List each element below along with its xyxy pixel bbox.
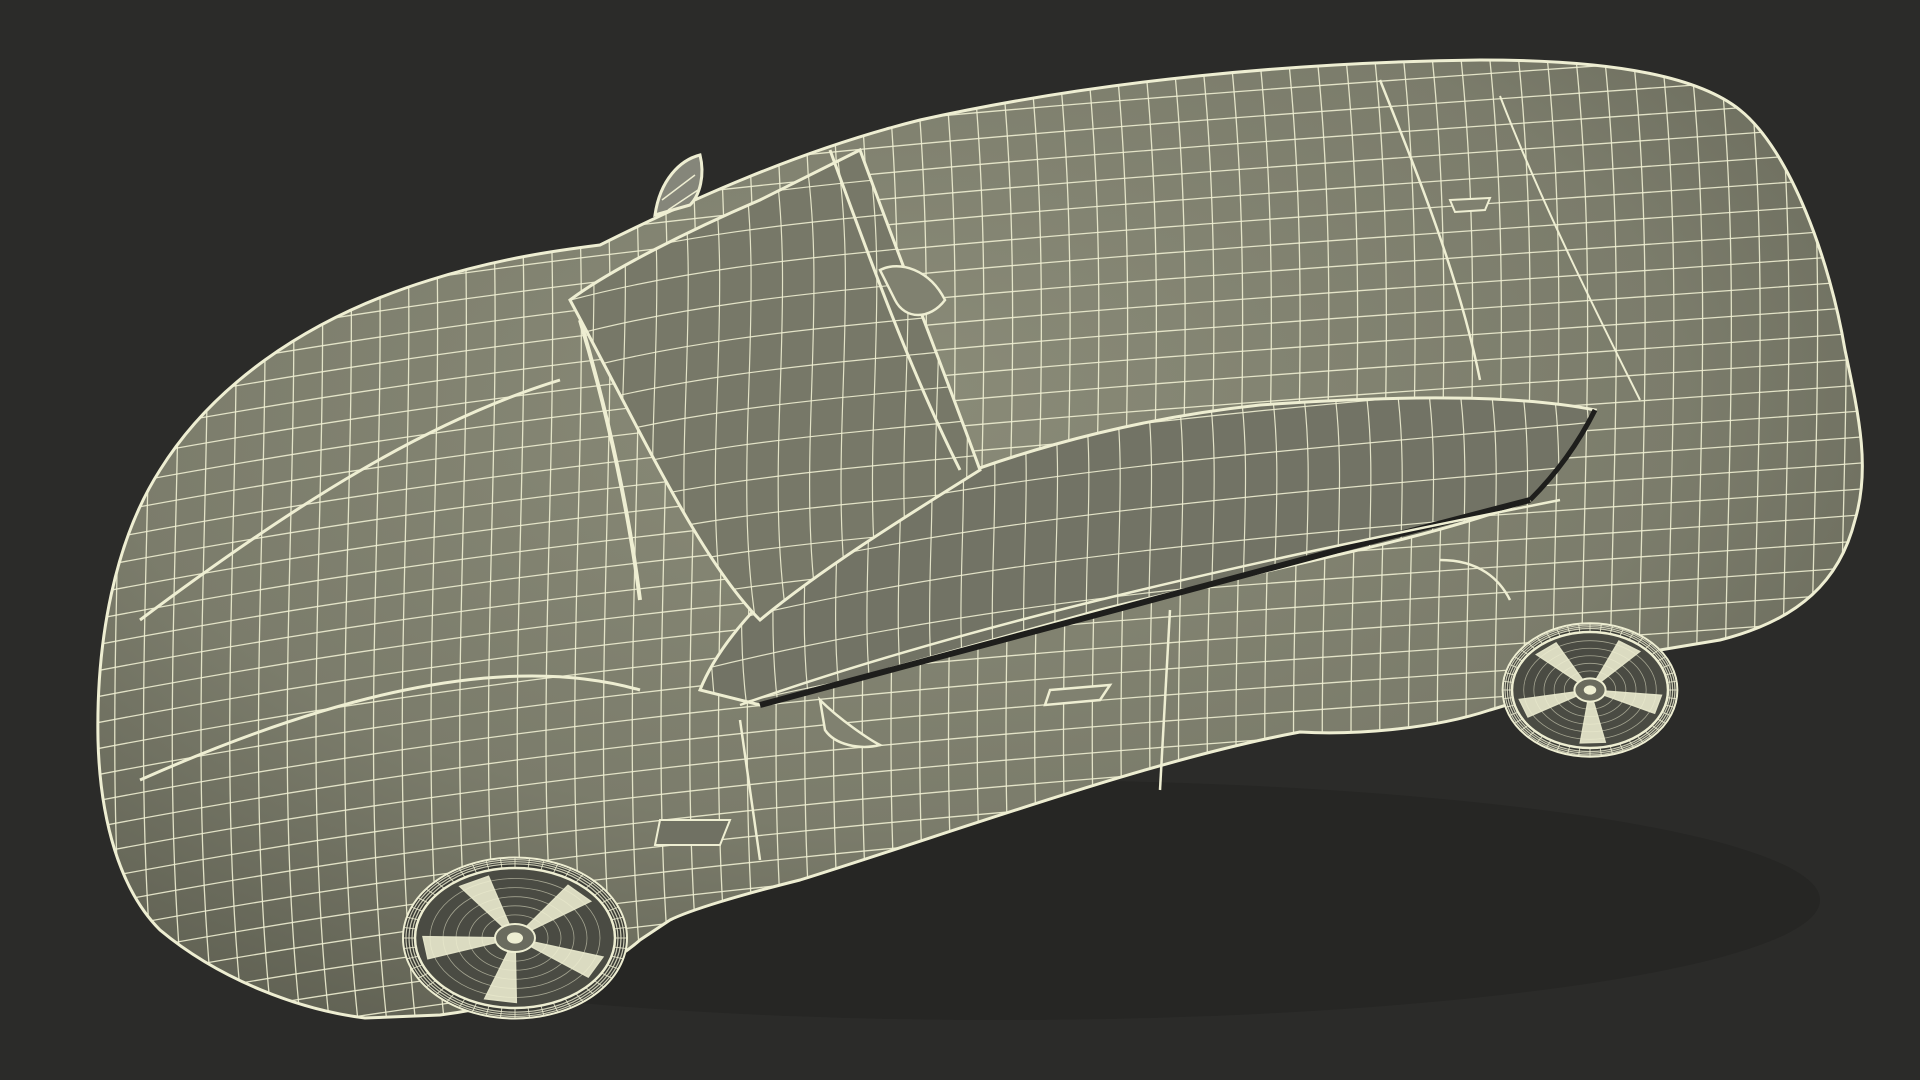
render-viewport — [0, 0, 1920, 1080]
front-wheel — [402, 856, 628, 1020]
car-wireframe-render — [0, 0, 1920, 1080]
rear-wheel — [1501, 622, 1679, 758]
